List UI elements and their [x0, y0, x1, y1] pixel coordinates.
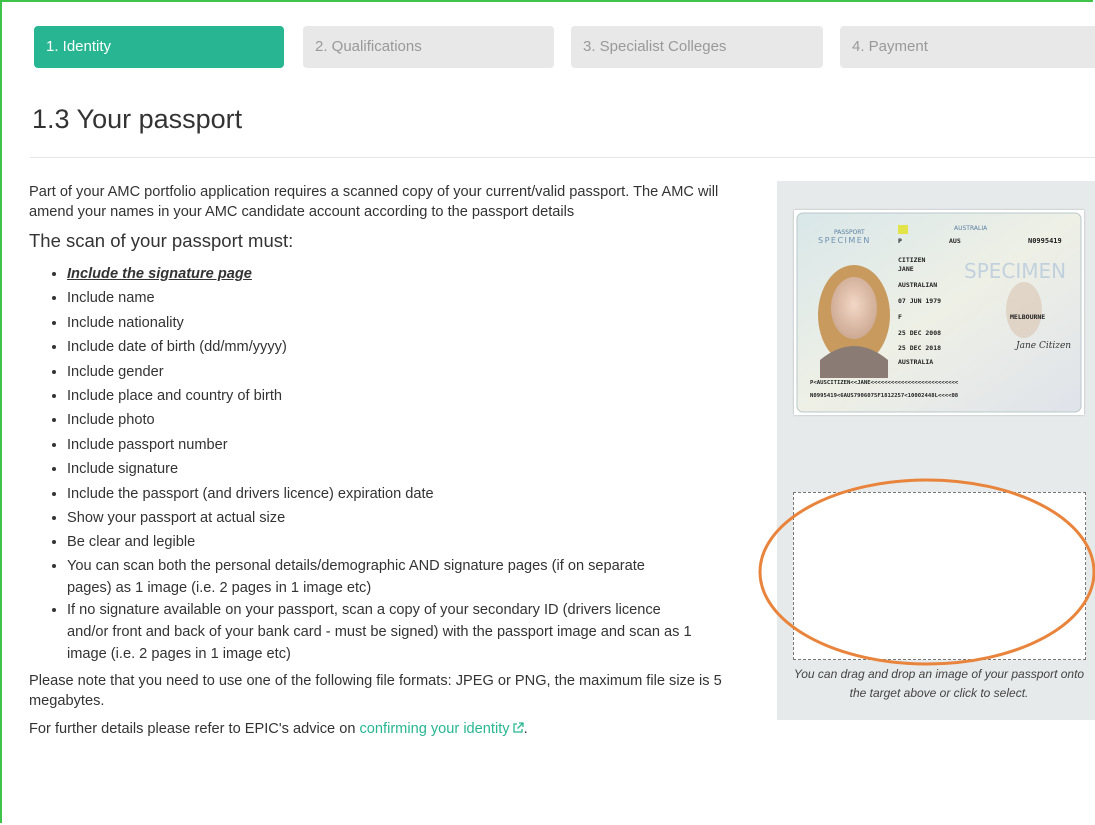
passport-type-label: PASSPORT — [834, 229, 865, 236]
list-item: Include the signature page — [67, 262, 749, 286]
list-item: Include name — [67, 286, 749, 310]
formats-note: Please note that you need to use one of … — [29, 672, 722, 709]
wizard-steps: 1. Identity 2. Qualifications 3. Special… — [34, 26, 1095, 68]
step-specialist-colleges[interactable]: 3. Specialist Colleges — [571, 26, 823, 68]
requirements-list: Include the signature page Include name … — [29, 262, 749, 665]
passport-signature: Jane Citizen — [1014, 341, 1071, 351]
requirements-heading: The scan of your passport must: — [29, 230, 294, 251]
list-item: Include gender — [67, 360, 749, 384]
further-details-prefix: For further details please refer to EPIC… — [29, 720, 360, 737]
further-details: For further details please refer to EPIC… — [29, 719, 749, 739]
further-details-suffix: . — [523, 720, 528, 737]
passport-country: AUSTRALIA — [954, 225, 988, 232]
list-item: Include signature — [67, 457, 749, 481]
page-title: 1.3 Your passport — [32, 104, 243, 134]
list-item: If no signature available on your passpo… — [67, 599, 697, 665]
passport-type: P — [898, 237, 902, 245]
list-item: Include passport number — [67, 433, 749, 457]
list-item: Include nationality — [67, 311, 749, 335]
confirming-identity-link[interactable]: confirming your identity — [360, 721, 510, 737]
list-item: Include the passport (and drivers licenc… — [67, 482, 749, 506]
external-link-icon[interactable] — [512, 722, 524, 734]
list-item: Include photo — [67, 408, 749, 432]
step-payment[interactable]: 4. Payment — [840, 26, 1095, 68]
passport-issue-date: 25 DEC 2008 — [898, 329, 941, 337]
intro-text: Part of your AMC portfolio application r… — [29, 184, 719, 220]
passport-nationality: AUSTRALIAN — [898, 281, 937, 289]
passport-surname: CITIZEN — [898, 256, 925, 264]
passport-expiry-date: 25 DEC 2018 — [898, 344, 941, 352]
list-item: Include date of birth (dd/mm/yyyy) — [67, 335, 749, 359]
passport-mrz-line-1: P<AUSCITIZEN<<JANE<<<<<<<<<<<<<<<<<<<<<<… — [810, 380, 959, 386]
upload-panel: PASSPORT SPECIMEN AUSTRALIA P AUS N09954… — [777, 181, 1095, 720]
drop-hint-text: You can drag and drop an image of your p… — [793, 667, 1085, 700]
passport-specimen-watermark: SPECIMEN — [964, 259, 1066, 283]
passport-mrz-line-2: N0995419<6AUS7906075F1812257<10002448L<<… — [810, 393, 959, 399]
list-item: You can scan both the personal details/d… — [67, 555, 667, 599]
list-item: Be clear and legible — [67, 530, 749, 554]
passport-upload-dropzone[interactable] — [793, 492, 1086, 660]
list-item: Include place and country of birth — [67, 384, 749, 408]
passport-document-no: N0995419 — [1028, 237, 1062, 245]
passport-given-name: JANE — [898, 265, 914, 273]
passport-code: AUS — [949, 237, 961, 245]
instructions: Part of your AMC portfolio application r… — [29, 182, 749, 739]
divider — [30, 157, 1095, 158]
passport-dob: 07 JUN 1979 — [898, 297, 941, 305]
step-identity[interactable]: 1. Identity — [34, 26, 284, 68]
passport-specimen-label: SPECIMEN — [818, 236, 871, 245]
list-item: Show your passport at actual size — [67, 506, 749, 530]
passport-place-of-birth: MELBOURNE — [1010, 313, 1045, 321]
passport-authority: AUSTRALIA — [898, 358, 933, 366]
passport-sex: F — [898, 313, 902, 321]
step-qualifications[interactable]: 2. Qualifications — [303, 26, 554, 68]
passport-sample-image: PASSPORT SPECIMEN AUSTRALIA P AUS N09954… — [794, 210, 1084, 415]
